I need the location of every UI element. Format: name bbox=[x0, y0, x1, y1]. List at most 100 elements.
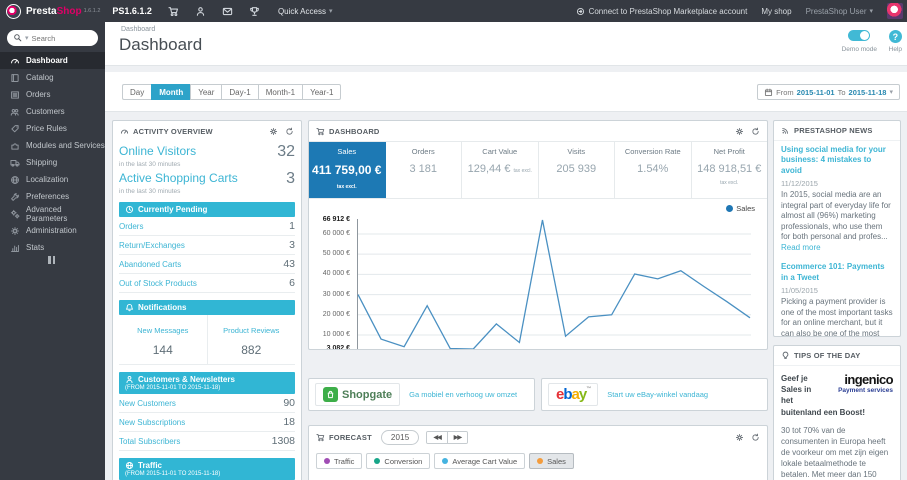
globe-icon bbox=[125, 461, 134, 470]
date-range-picker[interactable]: From 2015-11-01 To 2015-11-18 ▾ bbox=[757, 84, 900, 100]
sidebar-item-modules[interactable]: Modules and Services bbox=[0, 137, 105, 154]
messages-icon[interactable] bbox=[222, 6, 233, 17]
panel-title: TIPS OF THE DAY bbox=[794, 351, 861, 360]
gear-icon bbox=[10, 226, 20, 236]
sidebar-item-price-rules[interactable]: Price Rules bbox=[0, 120, 105, 137]
news-article-excerpt: Picking a payment provider is one of the… bbox=[781, 297, 893, 337]
sidebar-item-shipping[interactable]: Shipping bbox=[0, 154, 105, 171]
sidebar-item-customers[interactable]: Customers bbox=[0, 103, 105, 120]
bar-chart-icon bbox=[10, 243, 20, 253]
search-scope-caret-icon[interactable]: ▾ bbox=[25, 34, 29, 42]
sidebar-item-orders[interactable]: Orders bbox=[0, 86, 105, 103]
sidebar-item-localization[interactable]: Localization bbox=[0, 171, 105, 188]
sidebar-item-catalog[interactable]: Catalog bbox=[0, 69, 105, 86]
traffic-header: Traffic (FROM 2015-11-01 TO 2015-11-18) bbox=[119, 458, 295, 480]
news-article-title[interactable]: Ecommerce 101: Payments in a Tweet bbox=[781, 262, 893, 283]
kpi-conversion-rate[interactable]: Conversion Rate 1.54% bbox=[615, 142, 692, 198]
my-shop-link[interactable]: My shop bbox=[761, 7, 791, 16]
online-visitors-subtitle: in the last 30 minutes bbox=[119, 161, 181, 168]
person-icon bbox=[125, 375, 134, 384]
help-control: ? Help bbox=[889, 30, 902, 53]
book-icon bbox=[10, 73, 20, 83]
ebay-logo[interactable]: ebay™ bbox=[548, 383, 599, 406]
kpi-visits[interactable]: Visits 205 939 bbox=[539, 142, 615, 198]
read-more-link[interactable]: Read more bbox=[781, 243, 821, 252]
customers-icon[interactable] bbox=[195, 6, 206, 17]
range-year-button[interactable]: Year bbox=[190, 84, 222, 100]
out-of-stock-link[interactable]: Out of Stock Products bbox=[119, 279, 197, 288]
search-icon bbox=[13, 29, 22, 47]
kpi-orders[interactable]: Orders 3 181 bbox=[386, 142, 462, 198]
puzzle-icon bbox=[10, 141, 20, 151]
total-subscribers-link[interactable]: Total Subscribers bbox=[119, 437, 180, 446]
forecast-avg-cart-toggle[interactable]: Average Cart Value bbox=[434, 453, 526, 469]
refresh-icon[interactable] bbox=[285, 127, 294, 136]
ebay-link[interactable]: Start uw eBay-winkel vandaag bbox=[607, 390, 708, 399]
rss-icon bbox=[781, 126, 790, 135]
new-messages-link[interactable]: New Messages bbox=[137, 326, 188, 335]
shopgate-link[interactable]: Ga mobiel en verhoog uw omzet bbox=[409, 390, 517, 399]
demo-mode-toggle[interactable] bbox=[848, 30, 871, 41]
product-reviews-link[interactable]: Product Reviews bbox=[223, 326, 279, 335]
kpi-net-profit[interactable]: Net Profit 148 918,51 € tax excl. bbox=[692, 142, 768, 198]
kpi-cart-value[interactable]: Cart Value 129,44 € tax excl. bbox=[462, 142, 539, 198]
user-avatar[interactable] bbox=[887, 3, 903, 19]
news-article-title[interactable]: Using social media for your business: 4 … bbox=[781, 145, 893, 176]
refresh-icon[interactable] bbox=[751, 127, 760, 136]
shopgate-logo[interactable]: Shopgate bbox=[315, 383, 401, 406]
new-subscriptions-link[interactable]: New Subscriptions bbox=[119, 418, 185, 427]
news-article-excerpt: In 2015, social media are an integral pa… bbox=[781, 190, 891, 252]
shopgate-bag-icon bbox=[323, 387, 338, 402]
shopgate-banner: Shopgate Ga mobiel en verhoog uw omzet bbox=[308, 378, 535, 411]
panel-title: ACTIVITY OVERVIEW bbox=[133, 126, 213, 136]
help-icon[interactable]: ? bbox=[888, 30, 902, 43]
trophy-icon[interactable] bbox=[249, 6, 260, 17]
kpi-strip: Sales 411 759,00 € tax excl. Orders 3 181 … bbox=[309, 141, 767, 199]
forecast-panel: FORECAST 2015 ◀◀ ▶▶ Traffic Conversion A… bbox=[308, 425, 768, 480]
settings-icon[interactable] bbox=[735, 433, 744, 442]
sidebar-item-preferences[interactable]: Preferences bbox=[0, 188, 105, 205]
pending-row: Return/Exchanges 3 bbox=[119, 236, 295, 255]
kpi-sales[interactable]: Sales 411 759,00 € tax excl. bbox=[309, 142, 386, 198]
active-carts-link[interactable]: Active Shopping Carts bbox=[119, 171, 238, 185]
online-visitors-link[interactable]: Online Visitors bbox=[119, 144, 196, 158]
prestashop-logo[interactable] bbox=[6, 3, 21, 19]
collapse-menu-icon[interactable] bbox=[48, 256, 55, 264]
customers-row: New Subscriptions 18 bbox=[119, 413, 295, 432]
range-month-1-button[interactable]: Month-1 bbox=[257, 84, 303, 100]
marketplace-link[interactable]: Connect to PrestaShop Marketplace accoun… bbox=[576, 7, 747, 16]
chart-legend[interactable]: Sales bbox=[726, 204, 755, 213]
new-customers-link[interactable]: New Customers bbox=[119, 399, 176, 408]
forecast-traffic-toggle[interactable]: Traffic bbox=[316, 453, 363, 469]
range-month-button[interactable]: Month bbox=[151, 84, 191, 100]
forecast-sales-toggle[interactable]: Sales bbox=[529, 453, 574, 469]
sidebar-item-administration[interactable]: Administration bbox=[0, 222, 105, 239]
breadcrumb[interactable]: Dashboard bbox=[121, 26, 155, 33]
refresh-icon[interactable] bbox=[751, 433, 760, 442]
prev-year-button[interactable]: ◀◀ bbox=[427, 431, 448, 443]
sidebar-item-stats[interactable]: Stats bbox=[0, 239, 105, 256]
search-input[interactable] bbox=[31, 33, 84, 43]
abandoned-carts-link[interactable]: Abandoned Carts bbox=[119, 260, 181, 269]
sidebar-item-advanced-parameters[interactable]: Advanced Parameters bbox=[0, 205, 105, 223]
cart-icon[interactable] bbox=[168, 6, 179, 17]
range-year-1-button[interactable]: Year-1 bbox=[302, 84, 342, 100]
avg-cart-dot-icon bbox=[442, 458, 449, 464]
caret-down-icon: ▾ bbox=[869, 8, 873, 15]
dashboard-cart-icon bbox=[316, 127, 325, 136]
settings-icon[interactable] bbox=[269, 127, 278, 136]
sidebar-search[interactable]: ▾ bbox=[7, 30, 98, 46]
settings-icon[interactable] bbox=[735, 127, 744, 136]
forecast-conversion-toggle[interactable]: Conversion bbox=[366, 453, 431, 469]
panel-title: FORECAST bbox=[329, 432, 372, 442]
range-day-1-button[interactable]: Day-1 bbox=[221, 84, 258, 100]
forecast-year[interactable]: 2015 bbox=[380, 429, 420, 445]
orders-link[interactable]: Orders bbox=[119, 222, 143, 231]
activity-gauge-icon bbox=[120, 127, 129, 136]
quick-access-menu[interactable]: Quick Access ▾ bbox=[278, 7, 333, 16]
user-menu[interactable]: PrestaShop User ▾ bbox=[806, 7, 873, 16]
range-day-button[interactable]: Day bbox=[122, 84, 152, 100]
sidebar-item-dashboard[interactable]: Dashboard bbox=[0, 52, 105, 69]
next-year-button[interactable]: ▶▶ bbox=[447, 431, 467, 443]
returns-link[interactable]: Return/Exchanges bbox=[119, 241, 185, 250]
